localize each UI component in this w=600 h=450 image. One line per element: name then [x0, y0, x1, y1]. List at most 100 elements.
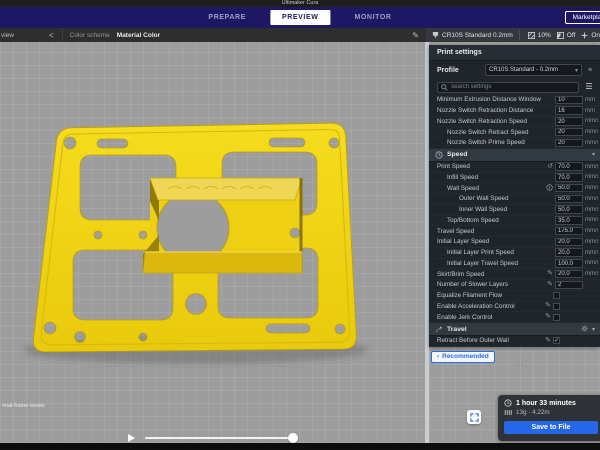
setting-value-input[interactable]: 2: [555, 281, 583, 290]
stage-tabs: PREPARE PREVIEW MONITOR: [202, 7, 397, 28]
setting-checkbox[interactable]: ✓: [553, 337, 560, 344]
setting-row[interactable]: Minimum Extrusion Distance Window10mm: [429, 95, 600, 106]
setting-row[interactable]: Nozzle Switch Prime Speed20mm/s: [429, 138, 600, 149]
setting-row[interactable]: Nozzle Switch Retraction Speed20mm/s: [429, 117, 600, 128]
panel-title: Print settings: [429, 45, 600, 61]
setting-value-input[interactable]: 50.0: [555, 184, 583, 193]
recommended-mode-button[interactable]: ‹ Recommended: [431, 351, 495, 363]
pencil-icon[interactable]: ✎: [540, 302, 551, 310]
setting-label: Retract Before Outer Wall: [437, 337, 540, 344]
pencil-icon[interactable]: ✎: [540, 337, 551, 345]
chevron-down-icon: ▾: [592, 326, 595, 333]
view-type-label[interactable]: view: [1, 32, 21, 39]
save-to-file-button[interactable]: Save to File: [504, 421, 598, 434]
setting-value-input[interactable]: 10: [555, 96, 583, 105]
quickbar-profile: CR10S Standard 0.2mm: [442, 32, 513, 39]
tab-preview[interactable]: PREVIEW: [270, 10, 330, 25]
section-label: Speed: [447, 151, 592, 158]
setting-row[interactable]: Outer Wall Speed50.0mm/s: [429, 194, 600, 205]
layer-slider[interactable]: [145, 437, 297, 439]
setting-value-input[interactable]: 50.0: [555, 205, 583, 214]
settings-section-travel[interactable]: Travel▾: [429, 323, 600, 336]
setting-row[interactable]: Enable Jerk Control✎: [429, 312, 600, 323]
setting-row[interactable]: Retract Before Outer Wall✎✓: [429, 336, 600, 347]
adhesion-icon: [581, 32, 588, 39]
setting-value-input[interactable]: 175.0: [555, 227, 583, 236]
revert-icon[interactable]: ↺: [542, 163, 553, 171]
setting-value-input[interactable]: 16: [555, 106, 583, 115]
gear-icon[interactable]: [581, 325, 588, 334]
edit-pencil-icon[interactable]: ✎: [412, 31, 419, 40]
tab-prepare[interactable]: PREPARE: [202, 11, 252, 24]
quickbar-divider: [519, 30, 520, 40]
filter-icon[interactable]: ☰: [583, 83, 595, 91]
setting-checkbox[interactable]: [553, 314, 560, 321]
setting-unit: mm/s: [583, 164, 598, 170]
setting-row[interactable]: Inner Wall Speed50.0mm/s: [429, 205, 600, 216]
setting-row[interactable]: Print Speed↺70.0mm/s: [429, 162, 600, 173]
toolbar-divider: [62, 28, 63, 42]
print-settings-quickbar[interactable]: CR10S Standard 0.2mm 10% Off On: [426, 28, 600, 42]
setting-unit: mm: [583, 97, 598, 103]
model-filename-label: onal-frame-series: [2, 403, 45, 409]
setting-value-input[interactable]: 70.0: [555, 162, 583, 171]
setting-label: Nozzle Switch Retract Speed: [437, 129, 542, 136]
quickbar-infill: 10%: [538, 32, 551, 39]
setting-row[interactable]: Wall Speed50.0mm/s: [429, 183, 600, 194]
search-box[interactable]: [437, 82, 579, 93]
setting-value-input[interactable]: 20.0: [555, 248, 583, 257]
setting-value-input[interactable]: 20.0: [555, 238, 583, 247]
setting-row[interactable]: Infill Speed70.0mm/s: [429, 173, 600, 184]
search-input[interactable]: [451, 84, 575, 90]
back-chevron-icon: ‹: [437, 352, 439, 362]
setting-row[interactable]: Nozzle Switch Retract Speed 20mm/s: [429, 127, 600, 138]
slider-handle[interactable]: [288, 433, 298, 443]
pencil-icon[interactable]: ✎: [542, 281, 553, 289]
setting-row[interactable]: Skirt/Brim Speed✎20.0mm/s: [429, 269, 600, 280]
setting-value-input[interactable]: 50.0: [555, 195, 583, 204]
setting-unit: mm/s: [583, 228, 598, 234]
setting-value-input[interactable]: 100.0: [555, 259, 583, 268]
setting-checkbox[interactable]: [553, 303, 560, 310]
info-icon[interactable]: [542, 184, 553, 192]
nozzle-icon: [432, 31, 439, 39]
setting-row[interactable]: Travel Speed175.0mm/s: [429, 226, 600, 237]
color-scheme-dropdown[interactable]: Material Color: [117, 32, 160, 39]
setting-value-input[interactable]: 20: [555, 139, 583, 148]
expand-preview-icon[interactable]: [467, 410, 481, 424]
setting-row[interactable]: Initial Layer Speed20.0mm/s: [429, 237, 600, 248]
profile-menu-icon[interactable]: ≡: [585, 67, 595, 74]
setting-label: Enable Acceleration Control: [437, 303, 540, 310]
setting-value-input[interactable]: 20.0: [555, 270, 583, 279]
setting-value-input[interactable]: 70.0: [555, 173, 583, 182]
infill-icon: [528, 32, 535, 39]
setting-row[interactable]: Initial Layer Print Speed20.0mm/s: [429, 248, 600, 259]
setting-row[interactable]: Enable Acceleration Control✎: [429, 302, 600, 313]
setting-value-input[interactable]: 20: [555, 128, 583, 137]
setting-checkbox[interactable]: [553, 292, 560, 299]
setting-row[interactable]: Initial Layer Travel Speed100.0mm/s: [429, 259, 600, 270]
collapse-chevron-icon[interactable]: <: [49, 31, 54, 40]
profile-dropdown[interactable]: CR10S Standard - 0.2mm ▾: [485, 64, 582, 76]
setting-label: Initial Layer Travel Speed: [437, 260, 542, 267]
play-button[interactable]: [128, 434, 135, 442]
setting-value-input[interactable]: 20: [555, 117, 583, 126]
tab-monitor[interactable]: MONITOR: [348, 11, 397, 24]
print-time-estimate: 1 hour 33 minutes: [516, 400, 576, 407]
clock-icon: [504, 399, 512, 407]
panel-resize-handle[interactable]: ⋯: [514, 360, 524, 371]
setting-unit: mm/s: [583, 129, 598, 135]
setting-row[interactable]: Nozzle Switch Retraction Distance16mm: [429, 106, 600, 117]
setting-unit: mm/s: [583, 207, 598, 213]
pencil-icon[interactable]: ✎: [540, 313, 551, 321]
setting-label: Nozzle Switch Retraction Distance: [437, 107, 542, 114]
setting-label: Wall Speed: [437, 185, 542, 192]
settings-section-speed[interactable]: Speed▾: [429, 149, 600, 162]
marketplace-button[interactable]: Marketplace: [565, 11, 600, 24]
setting-row[interactable]: Number of Slower Layers✎2: [429, 280, 600, 291]
pencil-icon[interactable]: ✎: [542, 270, 553, 278]
setting-unit: mm/s: [583, 118, 598, 124]
setting-value-input[interactable]: 35.0: [555, 216, 583, 225]
setting-row[interactable]: Top/Bottom Speed35.0mm/s: [429, 216, 600, 227]
setting-row[interactable]: Equalize Filament Flow: [429, 291, 600, 302]
